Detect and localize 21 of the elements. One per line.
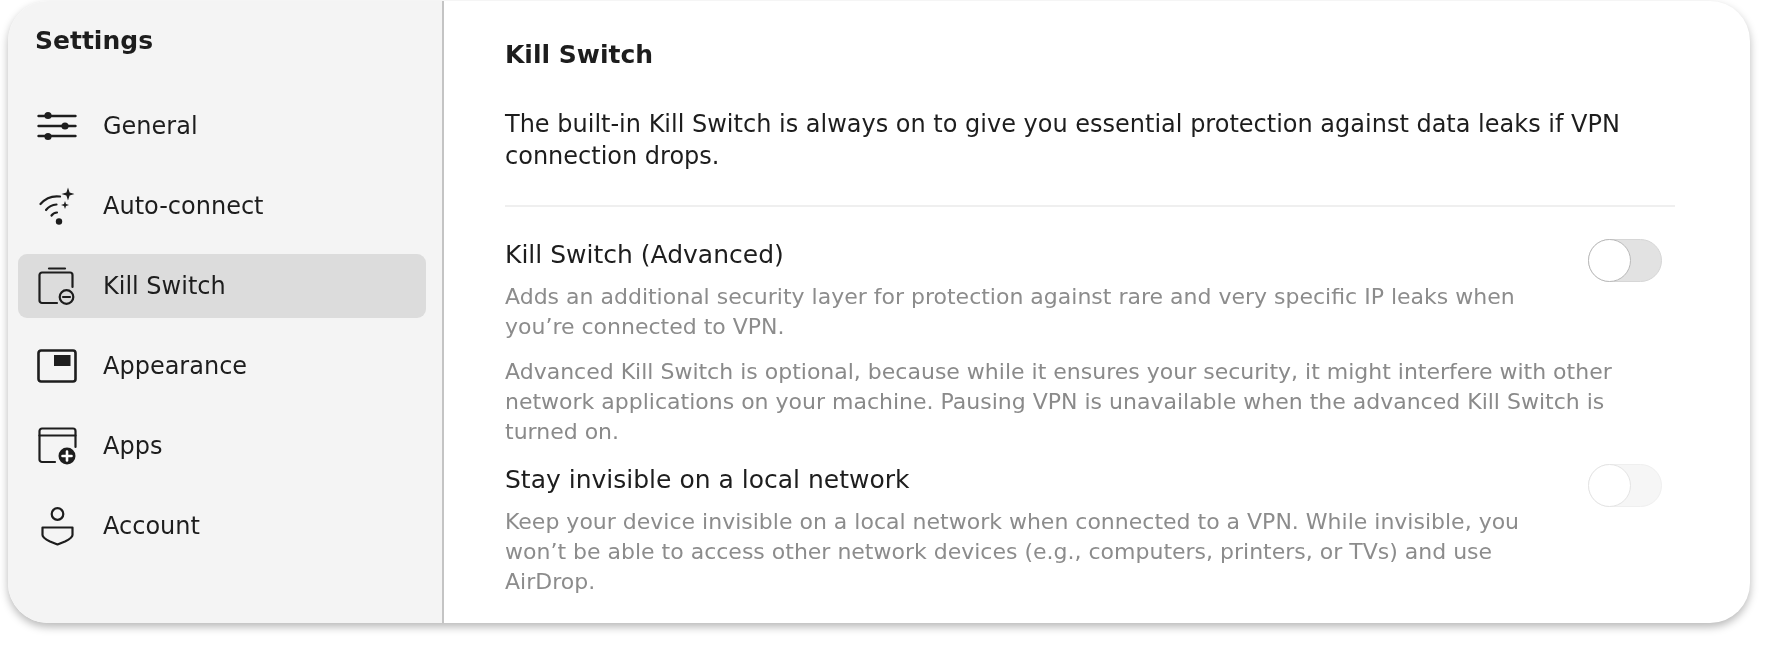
page-title: Kill Switch xyxy=(505,39,655,71)
intro-text: The built-in Kill Switch is always on to give you essential protection against data leaks if VPN connection drops. xyxy=(505,109,1621,172)
toggle-switch[interactable] xyxy=(1588,239,1662,282)
sidebar-item[interactable]: General xyxy=(18,94,426,158)
window-plus-icon xyxy=(37,427,77,465)
setting-label: Stay invisible on a local network xyxy=(505,464,911,496)
setting-description: Adds an additional security layer for protection against rare and very specific IP leaks when you’re connected to VPN. xyxy=(505,283,1516,341)
note-text: Advanced Kill Switch is optional, because while it ensures your security, it might interfere with other network applications on your machine. Pausing VPN is unavailable when the advanced Kill Switch is turned on. xyxy=(505,358,1613,446)
wifi-sparkle-icon xyxy=(39,187,75,225)
sidebar-item[interactable]: Apps xyxy=(18,414,426,478)
setting-description: Keep your device invisible on a local network when connected to a VPN. While invisible, you won’t be able to access other network devices (e.g., computers, printers, or TVs) and use AirDrop. xyxy=(505,508,1521,596)
sidebar-item[interactable]: Appearance xyxy=(18,334,426,398)
window-panel-icon xyxy=(37,349,77,383)
sidebar-item[interactable]: Account xyxy=(18,494,426,558)
person-icon xyxy=(40,506,74,546)
sidebar-title: Settings xyxy=(34,25,154,57)
setting-label: Kill Switch (Advanced) xyxy=(505,239,785,271)
sidebar-item[interactable]: Kill Switch xyxy=(18,254,426,318)
sliders-icon xyxy=(37,111,77,141)
sidebar-item[interactable]: Auto-connect xyxy=(18,174,426,238)
window-minus-icon xyxy=(38,267,76,305)
